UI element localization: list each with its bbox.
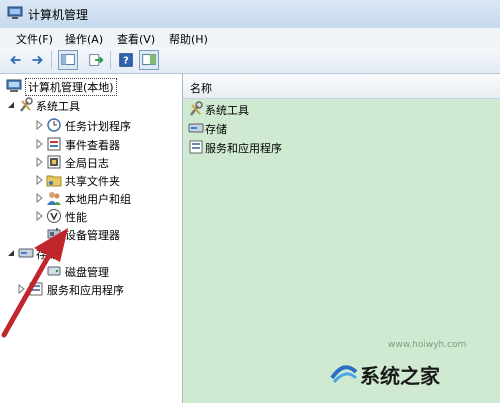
tools-icon bbox=[190, 101, 203, 116]
tree-node-event-viewer[interactable]: 事件查看器 bbox=[34, 136, 179, 152]
help-icon[interactable]: ? bbox=[116, 50, 136, 70]
users-icon bbox=[47, 192, 61, 205]
window-title: 计算机管理 bbox=[28, 8, 89, 22]
expand-triangle-icon[interactable] bbox=[34, 193, 44, 203]
performance-icon bbox=[47, 209, 61, 223]
device-manager-icon bbox=[47, 228, 61, 239]
tree-label: 系统工具 bbox=[36, 100, 80, 113]
tree-label: 性能 bbox=[65, 211, 87, 224]
tree-label: 本地用户和组 bbox=[65, 193, 131, 206]
svg-text:?: ? bbox=[123, 56, 129, 67]
back-arrow-icon[interactable] bbox=[6, 50, 26, 70]
watermark-logo-icon bbox=[330, 365, 358, 384]
log-icon bbox=[47, 155, 61, 169]
storage-icon bbox=[18, 248, 34, 258]
tree-label: 共享文件夹 bbox=[65, 175, 120, 188]
expand-triangle-icon[interactable] bbox=[34, 120, 44, 130]
tree-node-local-users-groups[interactable]: 本地用户和组 bbox=[34, 190, 179, 206]
list-item-services-applications[interactable]: 服务和应用程序 bbox=[188, 139, 388, 155]
list-item-system-tools[interactable]: 系统工具 bbox=[188, 101, 388, 117]
collapse-triangle-icon[interactable] bbox=[6, 248, 16, 258]
menu-action[interactable]: 操作(A) bbox=[65, 31, 103, 47]
computer-management-icon bbox=[7, 6, 23, 19]
expand-triangle-icon[interactable] bbox=[16, 284, 26, 294]
show-hide-console-tree-icon[interactable] bbox=[58, 50, 78, 70]
list-item-label: 存储 bbox=[205, 123, 227, 136]
column-header-name[interactable]: 名称 bbox=[183, 74, 500, 99]
expand-triangle-icon[interactable] bbox=[34, 175, 44, 185]
services-icon bbox=[29, 282, 43, 296]
tree-node-shared-folders[interactable]: 共享文件夹 bbox=[34, 172, 179, 188]
list-item-label: 系统工具 bbox=[205, 104, 249, 117]
services-icon bbox=[189, 140, 203, 154]
tree-label: 磁盘管理 bbox=[65, 266, 109, 279]
computer-management-icon bbox=[6, 79, 22, 92]
tools-icon bbox=[20, 97, 33, 112]
column-header-label: 名称 bbox=[190, 82, 212, 95]
toolbar: ? bbox=[0, 47, 500, 74]
tree-node-performance[interactable]: 性能 bbox=[34, 208, 179, 224]
collapse-triangle-icon[interactable] bbox=[6, 100, 16, 110]
expand-triangle-icon[interactable] bbox=[34, 139, 44, 149]
list-item-storage[interactable]: 存储 bbox=[188, 120, 388, 136]
tree-node-device-manager[interactable]: 设备管理器 bbox=[34, 226, 179, 242]
tree-label: 服务和应用程序 bbox=[47, 284, 124, 297]
tree-label: 全局日志 bbox=[65, 157, 109, 170]
tree-label: 存储 bbox=[36, 248, 58, 261]
title-bar: 计算机管理 bbox=[0, 0, 500, 29]
tree-node-disk-management[interactable]: 磁盘管理 bbox=[34, 263, 179, 279]
menu-bar: 文件(F) 操作(A) 查看(V) 帮助(H) bbox=[0, 28, 500, 48]
shared-folder-icon bbox=[46, 175, 62, 187]
task-scheduler-icon bbox=[47, 118, 61, 132]
storage-icon bbox=[188, 123, 204, 133]
tree-label: 事件查看器 bbox=[65, 139, 120, 152]
show-hide-action-pane-icon[interactable] bbox=[139, 50, 159, 70]
list-item-label: 服务和应用程序 bbox=[205, 142, 282, 155]
console-tree: 计算机管理(本地) 系统工具 任务计划程序 事件查看器 全局日志 共享文件夹 本… bbox=[0, 74, 183, 403]
forward-arrow-icon[interactable] bbox=[27, 50, 47, 70]
expand-triangle-icon[interactable] bbox=[34, 211, 44, 221]
tree-node-task-scheduler[interactable]: 任务计划程序 bbox=[34, 117, 179, 133]
expand-triangle-icon[interactable] bbox=[34, 157, 44, 167]
menu-file[interactable]: 文件(F) bbox=[16, 31, 53, 47]
menu-help[interactable]: 帮助(H) bbox=[169, 31, 208, 47]
tree-node-services-applications[interactable]: 服务和应用程序 bbox=[16, 281, 176, 297]
tree-label: 设备管理器 bbox=[65, 229, 120, 242]
tree-label: 任务计划程序 bbox=[65, 120, 131, 133]
tree-node-global-log[interactable]: 全局日志 bbox=[34, 154, 179, 170]
menu-view[interactable]: 查看(V) bbox=[117, 31, 155, 47]
tree-node-storage[interactable]: 存储 bbox=[6, 245, 176, 261]
toolbar-separator bbox=[51, 51, 52, 69]
tree-label: 计算机管理(本地) bbox=[25, 78, 117, 96]
disk-management-icon bbox=[47, 266, 61, 276]
content-list-pane: 名称 系统工具 存储 服务和应用程序 bbox=[183, 74, 500, 403]
export-list-icon[interactable] bbox=[86, 50, 106, 70]
tree-node-system-tools[interactable]: 系统工具 bbox=[6, 97, 176, 113]
tree-node-computer-management[interactable]: 计算机管理(本地) bbox=[6, 78, 176, 96]
toolbar-separator bbox=[110, 51, 111, 69]
watermark-text: 系统之家 bbox=[360, 364, 440, 388]
event-viewer-icon bbox=[47, 137, 61, 151]
watermark-url: www.hoiwyh.com bbox=[388, 340, 467, 350]
